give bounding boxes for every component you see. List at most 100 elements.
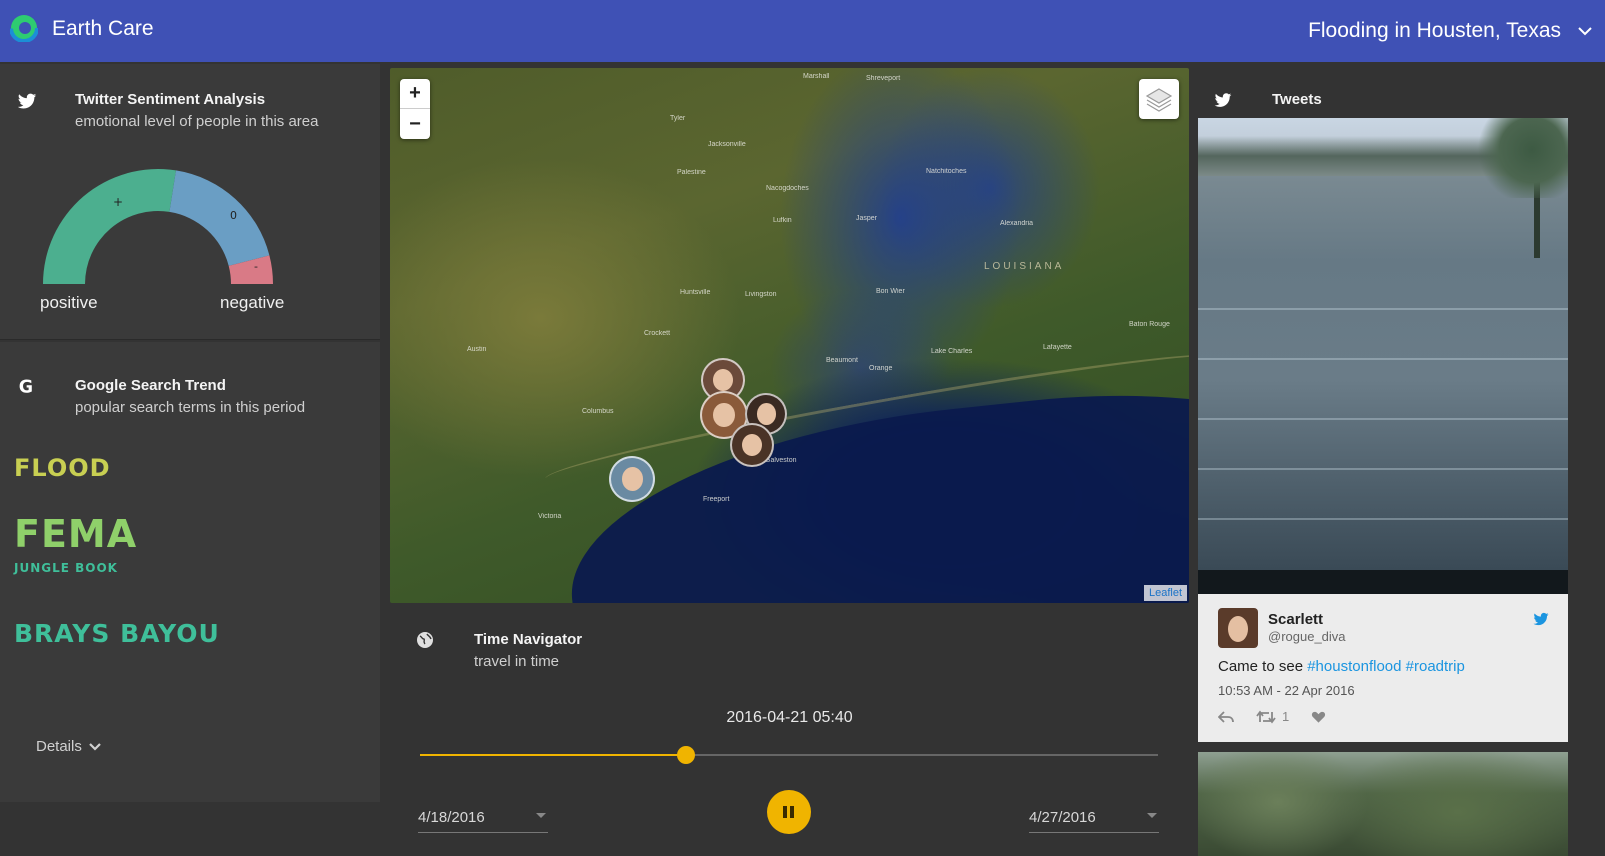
map-zoom-control: + − bbox=[400, 79, 430, 139]
start-date-picker[interactable]: 4/18/2016 bbox=[418, 809, 548, 833]
map-place-label: Columbus bbox=[582, 408, 614, 415]
map-place-label: Bon Wier bbox=[876, 288, 905, 295]
tweet-photo[interactable] bbox=[1198, 752, 1568, 856]
map-place-label: Beaumont bbox=[826, 357, 858, 364]
leaflet-attribution-link[interactable]: Leaflet bbox=[1143, 585, 1187, 601]
tweet-photo[interactable] bbox=[1198, 118, 1568, 594]
details-toggle[interactable]: Details bbox=[36, 738, 102, 755]
globe-icon bbox=[417, 632, 433, 648]
pause-button[interactable] bbox=[767, 790, 811, 834]
dropdown-caret-icon bbox=[536, 813, 546, 818]
end-date-picker[interactable]: 4/27/2016 bbox=[1029, 809, 1159, 833]
sentiment-card: Twitter Sentiment Analysis emotional lev… bbox=[0, 64, 380, 340]
hashtag-link[interactable]: #roadtrip bbox=[1406, 658, 1465, 675]
map-region-label: LOUISIANA bbox=[984, 261, 1065, 272]
tweet-text-plain: Came to see bbox=[1218, 658, 1308, 675]
pause-icon bbox=[783, 806, 794, 818]
map-place-label: Lufkin bbox=[773, 217, 792, 224]
tweet-text: Came to see #houstonflood #roadtrip bbox=[1218, 658, 1465, 675]
trend-term-jungle-book[interactable]: JUNGLE BOOK bbox=[14, 561, 118, 575]
gauge-neutral-sign: 0 bbox=[230, 209, 237, 222]
twitter-bird-icon[interactable] bbox=[1532, 610, 1550, 628]
retweet-count: 1 bbox=[1282, 709, 1290, 724]
app-title: Earth Care bbox=[52, 17, 154, 40]
top-app-bar: Earth Care Flooding in Housten, Texas bbox=[0, 0, 1605, 62]
sentiment-gauge: + 0 - bbox=[43, 169, 273, 284]
google-g-icon: G bbox=[19, 377, 33, 397]
retweet-icon bbox=[1256, 710, 1276, 723]
gauge-neutral-segment bbox=[169, 170, 270, 266]
end-date-value: 4/27/2016 bbox=[1029, 809, 1096, 826]
map-place-label: Livingston bbox=[745, 291, 777, 298]
map-place-label: Jasper bbox=[856, 215, 878, 222]
details-label: Details bbox=[36, 738, 82, 755]
twitter-bird-icon bbox=[1214, 93, 1232, 107]
gauge-positive-segment bbox=[43, 169, 176, 284]
search-trend-title: Google Search Trend bbox=[75, 377, 226, 394]
tweets-title: Tweets bbox=[1272, 91, 1322, 108]
start-date-value: 4/18/2016 bbox=[418, 809, 485, 826]
map-place-label: Lake Charles bbox=[931, 348, 973, 355]
event-selector[interactable]: Flooding in Housten, Texas bbox=[1245, 0, 1605, 62]
flood-map[interactable]: Shreveport Marshall Jacksonville Nacogdo… bbox=[390, 68, 1189, 603]
map-place-label: Jacksonville bbox=[708, 141, 746, 148]
tweet-marker[interactable] bbox=[609, 456, 655, 502]
event-selector-label: Flooding in Housten, Texas bbox=[1308, 19, 1561, 42]
tweet-author-handle[interactable]: @rogue_diva bbox=[1268, 629, 1346, 644]
layers-icon bbox=[1145, 88, 1173, 112]
gauge-label-positive: positive bbox=[40, 293, 98, 312]
earth-care-logo-icon bbox=[10, 14, 38, 42]
retweet-button[interactable]: 1 bbox=[1256, 709, 1289, 724]
map-place-label: Huntsville bbox=[680, 289, 711, 296]
trend-term-fema[interactable]: FEMA bbox=[14, 512, 137, 556]
time-navigator-title: Time Navigator bbox=[474, 631, 583, 648]
map-place-label: Baton Rouge bbox=[1129, 321, 1170, 328]
map-place-label: Victoria bbox=[538, 513, 562, 520]
avatar[interactable] bbox=[1218, 608, 1258, 648]
map-place-label: Austin bbox=[467, 346, 487, 353]
hashtag-link[interactable]: #houstonflood bbox=[1307, 658, 1401, 675]
tweet-marker[interactable] bbox=[730, 423, 774, 467]
map-place-label: Natchitoches bbox=[926, 168, 967, 175]
map-place-label: Freeport bbox=[703, 496, 730, 503]
zoom-out-button[interactable]: − bbox=[400, 109, 430, 139]
map-place-label: Tyler bbox=[670, 115, 686, 122]
gauge-positive-sign: + bbox=[113, 195, 123, 209]
map-place-label: Lafayette bbox=[1043, 344, 1072, 351]
map-place-label: Galveston bbox=[765, 457, 797, 464]
current-timestamp: 2016-04-21 05:40 bbox=[726, 709, 853, 726]
reply-button[interactable] bbox=[1218, 710, 1234, 724]
tweet-card[interactable]: Scarlett @rogue_diva Came to see #housto… bbox=[1198, 594, 1568, 742]
time-slider-fill bbox=[420, 754, 686, 756]
time-navigator-subtitle: travel in time bbox=[474, 653, 560, 670]
map-place-label: Crockett bbox=[644, 330, 671, 337]
map-place-label: Orange bbox=[869, 365, 893, 372]
time-slider-thumb[interactable] bbox=[676, 746, 695, 764]
map-place-label: Palestine bbox=[677, 169, 706, 176]
trend-term-flood[interactable]: FLOOD bbox=[14, 454, 111, 482]
map-place-label: Nacogdoches bbox=[766, 185, 809, 192]
map-place-label: Shreveport bbox=[866, 75, 901, 82]
tweet-timestamp[interactable]: 10:53 AM - 22 Apr 2016 bbox=[1218, 683, 1355, 698]
svg-text:G: G bbox=[19, 377, 33, 397]
trend-term-brays-bayou[interactable]: BRAYS BAYOU bbox=[14, 619, 220, 648]
chevron-down-icon bbox=[89, 742, 101, 751]
map-place-label: Alexandria bbox=[1000, 220, 1034, 227]
tweets-header: Tweets bbox=[1197, 64, 1605, 118]
reply-icon bbox=[1218, 710, 1234, 723]
layers-button[interactable] bbox=[1139, 79, 1179, 119]
time-slider[interactable] bbox=[420, 746, 1158, 764]
gauge-negative-sign: - bbox=[254, 260, 258, 273]
search-trend-subtitle: popular search terms in this period bbox=[75, 399, 306, 416]
zoom-in-button[interactable]: + bbox=[400, 79, 430, 109]
tweet-actions: 1 bbox=[1218, 709, 1326, 724]
heart-icon bbox=[1312, 711, 1326, 723]
sentiment-subtitle: emotional level of people in this area bbox=[75, 113, 319, 130]
twitter-bird-icon bbox=[17, 93, 37, 109]
search-trend-card: G Google Search Trend popular search ter… bbox=[0, 342, 380, 802]
tweet-author-name[interactable]: Scarlett bbox=[1268, 611, 1323, 628]
like-button[interactable] bbox=[1311, 710, 1326, 724]
map-place-label: Marshall bbox=[803, 73, 830, 80]
dropdown-caret-icon bbox=[1147, 813, 1157, 818]
time-navigator: Time Navigator travel in time 2016-04-21… bbox=[390, 605, 1189, 856]
